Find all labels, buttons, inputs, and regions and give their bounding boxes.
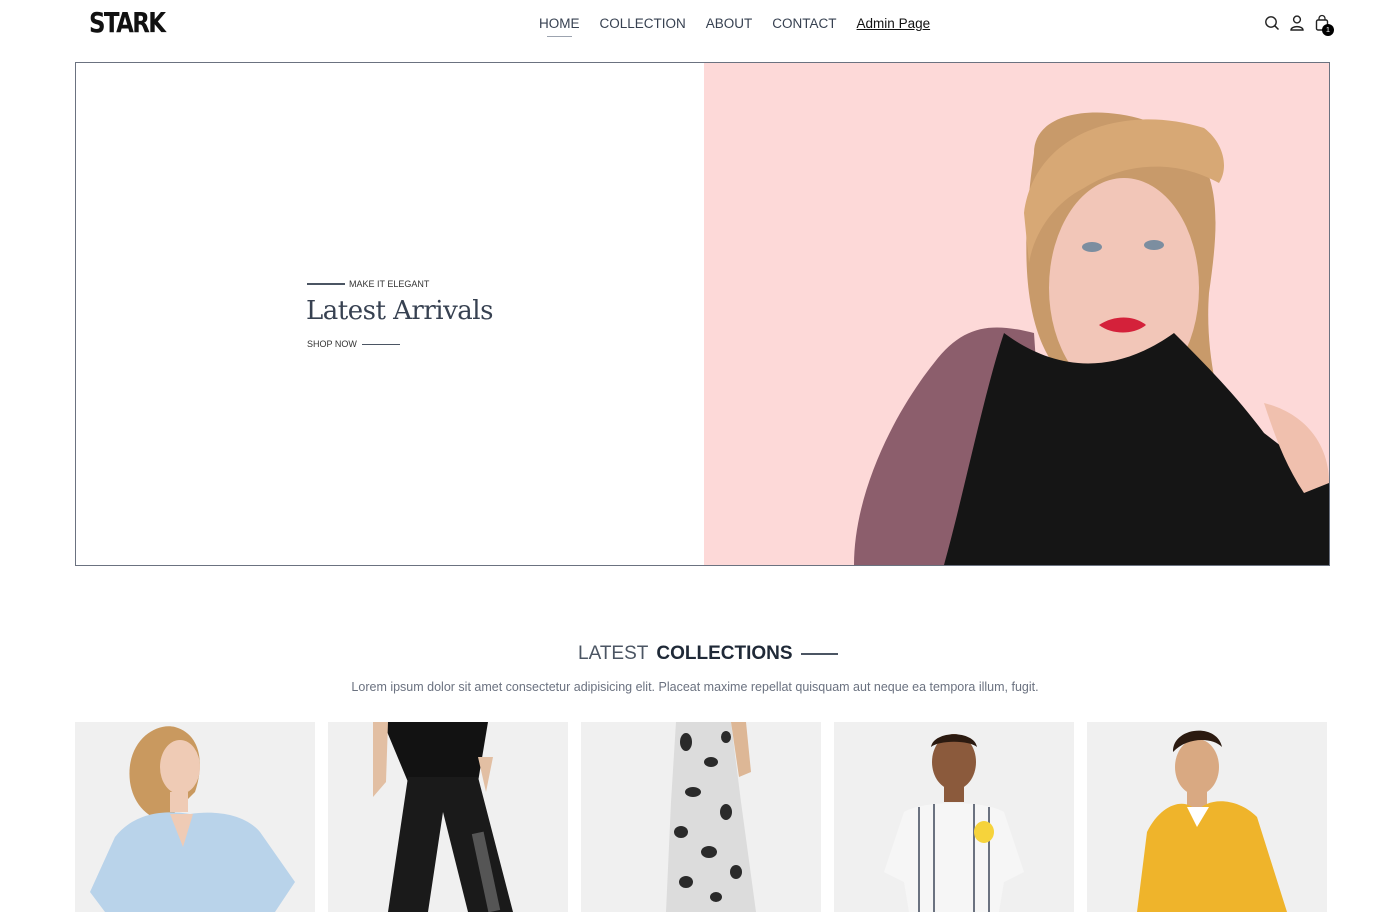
nav-home[interactable]: HOME <box>539 16 580 37</box>
nav-collection[interactable]: COLLECTION <box>600 16 686 31</box>
product-image <box>1137 730 1287 912</box>
cart-icon[interactable]: 1 <box>1314 14 1334 36</box>
nav-contact[interactable]: CONTACT <box>772 16 836 31</box>
nav-about[interactable]: ABOUT <box>706 16 753 31</box>
divider-line <box>307 283 345 285</box>
cart-count-badge: 1 <box>1322 24 1334 36</box>
hero-text-panel: MAKE IT ELEGANT Latest Arrivals SHOP NOW <box>76 63 704 565</box>
product-card[interactable] <box>328 722 568 912</box>
hero-title: Latest Arrivals <box>306 296 493 326</box>
product-card[interactable] <box>75 722 315 912</box>
hero-image <box>704 63 1329 565</box>
product-image <box>90 726 295 912</box>
nav-admin-page[interactable]: Admin Page <box>857 16 931 31</box>
product-card[interactable] <box>1087 722 1327 912</box>
product-grid <box>75 722 1327 912</box>
main-nav: HOME COLLECTION ABOUT CONTACT Admin Page <box>539 16 931 37</box>
hero-kicker: MAKE IT ELEGANT <box>307 279 429 289</box>
divider-line <box>800 653 838 655</box>
search-icon[interactable] <box>1264 14 1280 32</box>
divider-line <box>361 343 400 345</box>
product-card[interactable] <box>834 722 1074 912</box>
product-card[interactable] <box>581 722 821 912</box>
shop-now-label[interactable]: SHOP NOW <box>307 339 357 349</box>
product-image <box>884 734 1024 912</box>
section-title-light: LATEST <box>578 643 649 664</box>
section-title-bold: COLLECTIONS <box>656 643 793 664</box>
product-image <box>373 722 513 912</box>
user-icon[interactable] <box>1289 14 1305 32</box>
section-description: Lorem ipsum dolor sit amet consectetur a… <box>351 680 1039 694</box>
hero-kicker-text: MAKE IT ELEGANT <box>349 279 430 289</box>
section-title: LATEST COLLECTIONS <box>578 643 838 665</box>
model-illustration <box>854 112 1329 565</box>
header-icons: 1 <box>1264 14 1334 36</box>
product-image <box>666 722 756 912</box>
logo[interactable]: STARK <box>89 6 166 39</box>
hero-banner: MAKE IT ELEGANT Latest Arrivals SHOP NOW <box>75 62 1330 566</box>
shop-now-link[interactable]: SHOP NOW <box>307 339 400 349</box>
